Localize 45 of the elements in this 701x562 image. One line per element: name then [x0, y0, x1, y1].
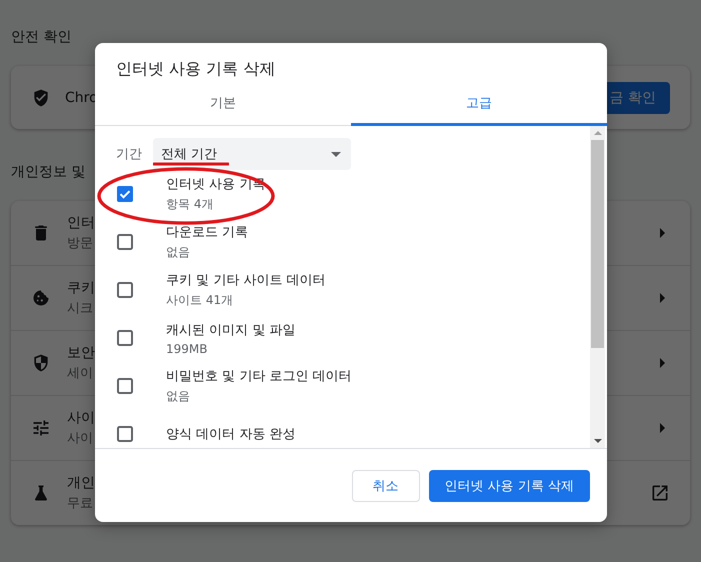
row-subtitle: 세이	[67, 365, 93, 382]
item-label: 쿠키 및 기타 사이트 데이터	[166, 272, 326, 289]
row-title: 사이	[67, 409, 95, 427]
period-label: 기간	[116, 146, 143, 163]
cookie-icon	[31, 288, 51, 308]
checkbox[interactable]	[116, 377, 134, 395]
period-dropdown[interactable]: 전체 기간	[153, 138, 351, 170]
row-title: 쿠키	[67, 279, 95, 297]
section-heading: 개인정보 및	[11, 163, 86, 182]
item-detail: 항목 4개	[166, 196, 214, 213]
item-label: 다운로드 기록	[166, 224, 248, 241]
row-subtitle: 무료	[67, 495, 93, 512]
row-title: 보안	[67, 344, 95, 362]
cancel-button[interactable]: 취소	[352, 470, 420, 502]
checkbox[interactable]	[116, 281, 134, 299]
caret-icon	[331, 152, 341, 156]
row-subtitle: 사이	[67, 430, 93, 447]
item-detail: 199MB	[166, 342, 208, 356]
item-detail: 없음	[166, 244, 190, 261]
item-label: 양식 데이터 자동 완성	[166, 426, 296, 443]
dialog-title: 인터넷 사용 기록 삭제	[115, 58, 276, 80]
arrow-icon[interactable]	[660, 228, 666, 238]
row-title: 인터	[67, 214, 95, 232]
checkbox[interactable]	[116, 329, 134, 347]
section-heading: 안전 확인	[11, 28, 72, 47]
tab[interactable]: 고급	[351, 88, 607, 126]
tab[interactable]: 기본	[95, 88, 351, 126]
scroll-down-icon[interactable]	[594, 439, 602, 443]
item-label: 비밀번호 및 기타 로그인 데이터	[166, 368, 352, 385]
checkbox[interactable]	[116, 233, 134, 251]
scrollbar[interactable]	[590, 126, 605, 448]
delete-button[interactable]: 인터넷 사용 기록 삭제	[428, 470, 590, 502]
arrow-icon[interactable]	[660, 423, 666, 433]
arrow-icon[interactable]	[660, 293, 666, 303]
item-detail: 사이트 41개	[166, 292, 234, 309]
checkbox[interactable]	[116, 425, 134, 443]
checkbox[interactable]	[116, 185, 134, 203]
row-subtitle: 방문	[67, 235, 93, 252]
item-detail: 없음	[166, 388, 190, 405]
external-link-icon[interactable]	[650, 483, 670, 503]
row-subtitle: 시크	[67, 300, 93, 317]
row-title: 개인	[67, 474, 95, 492]
item-label: 캐시된 이미지 및 파일	[166, 322, 296, 338]
sliders-icon	[31, 418, 51, 438]
arrow-icon[interactable]	[660, 358, 666, 368]
